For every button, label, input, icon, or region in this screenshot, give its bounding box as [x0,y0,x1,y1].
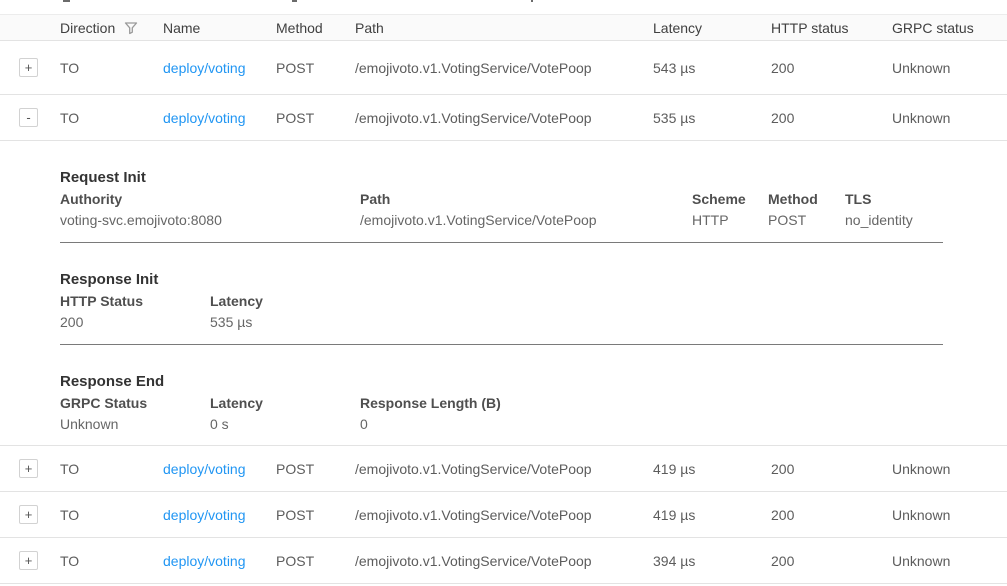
field-label: Authority [60,191,360,208]
field-label: Path [360,191,692,208]
field-value: Unknown [60,416,210,433]
clipped-text-fragment [292,0,297,2]
expand-row-button[interactable]: + [19,459,38,478]
latency-cell: 543 µs [653,60,771,76]
direction-cell: TO [60,553,163,569]
response-init-title: Response Init [60,243,943,280]
expand-row-button[interactable]: + [19,551,38,570]
latency-cell: 419 µs [653,507,771,523]
grpc-status-cell: Unknown [892,461,1007,477]
field-grpc-status: GRPC Status Unknown [60,395,210,433]
name-link[interactable]: deploy/voting [163,60,246,76]
direction-cell: TO [60,507,163,523]
field-value: HTTP [692,212,768,229]
column-header-name: Name [163,20,276,36]
method-cell: POST [276,507,355,523]
method-cell: POST [276,110,355,126]
grpc-status-cell: Unknown [892,110,1007,126]
request-init-title: Request Init [60,141,943,178]
name-link[interactable]: deploy/voting [163,507,246,523]
table-header-row: Direction Name Method Path Latency HTTP … [0,14,1007,41]
response-init-fields: HTTP Status 200 Latency 535 µs [60,293,943,331]
direction-cell: TO [60,461,163,477]
field-value: no_identity [845,212,943,229]
field-path: Path /emojivoto.v1.VotingService/VotePoo… [360,191,692,229]
field-latency: Latency 535 µs [210,293,943,331]
column-header-http-status: HTTP status [771,20,892,36]
clipped-text-fragment [531,0,533,2]
table-row: + TO deploy/voting POST /emojivoto.v1.Vo… [0,538,1007,584]
field-label: GRPC Status [60,395,210,412]
direction-cell: TO [60,110,163,126]
latency-cell: 394 µs [653,553,771,569]
name-link[interactable]: deploy/voting [163,461,246,477]
grpc-status-cell: Unknown [892,553,1007,569]
collapse-row-button[interactable]: - [19,108,38,127]
field-authority: Authority voting-svc.emojivoto:8080 [60,191,360,229]
grpc-status-cell: Unknown [892,507,1007,523]
http-status-cell: 200 [771,461,892,477]
http-status-cell: 200 [771,110,892,126]
column-header-method: Method [276,20,355,36]
clipped-text-row [0,0,1007,14]
expand-row-button[interactable]: + [19,505,38,524]
path-cell: /emojivoto.v1.VotingService/VotePoop [355,110,653,126]
column-header-latency: Latency [653,20,771,36]
method-cell: POST [276,553,355,569]
field-response-length: Response Length (B) 0 [360,395,943,433]
field-value: 0 s [210,416,360,433]
response-end-fields: GRPC Status Unknown Latency 0 s Response… [60,395,943,433]
clipped-text-fragment [63,0,70,2]
field-value: 535 µs [210,314,943,331]
field-label: Method [768,191,845,208]
field-value: 200 [60,314,210,331]
field-label: TLS [845,191,943,208]
table-row: + TO deploy/voting POST /emojivoto.v1.Vo… [0,41,1007,95]
column-header-path: Path [355,20,653,36]
http-status-cell: 200 [771,553,892,569]
field-value: /emojivoto.v1.VotingService/VotePoop [360,212,692,229]
method-cell: POST [276,461,355,477]
http-status-cell: 200 [771,507,892,523]
field-label: Response Length (B) [360,395,943,412]
field-value: voting-svc.emojivoto:8080 [60,212,360,229]
direction-cell: TO [60,60,163,76]
latency-cell: 535 µs [653,110,771,126]
grpc-status-cell: Unknown [892,60,1007,76]
field-label: Latency [210,293,943,310]
field-method: Method POST [768,191,845,229]
field-value: 0 [360,416,943,433]
field-scheme: Scheme HTTP [692,191,768,229]
column-header-direction-label: Direction [60,20,115,36]
field-label: Latency [210,395,360,412]
path-cell: /emojivoto.v1.VotingService/VotePoop [355,553,653,569]
table-row: + TO deploy/voting POST /emojivoto.v1.Vo… [0,446,1007,492]
path-cell: /emojivoto.v1.VotingService/VotePoop [355,461,653,477]
name-link[interactable]: deploy/voting [163,553,246,569]
field-label: HTTP Status [60,293,210,310]
field-tls: TLS no_identity [845,191,943,229]
column-header-direction: Direction [60,20,163,36]
expand-row-button[interactable]: + [19,58,38,77]
response-end-title: Response End [60,345,943,382]
field-http-status: HTTP Status 200 [60,293,210,331]
latency-cell: 419 µs [653,461,771,477]
http-status-cell: 200 [771,60,892,76]
filter-icon[interactable] [124,21,138,35]
field-latency: Latency 0 s [210,395,360,433]
expanded-row-detail: Request Init Authority voting-svc.emojiv… [0,141,1007,446]
field-label: Scheme [692,191,768,208]
path-cell: /emojivoto.v1.VotingService/VotePoop [355,60,653,76]
table-row: + TO deploy/voting POST /emojivoto.v1.Vo… [0,492,1007,538]
field-value: POST [768,212,845,229]
path-cell: /emojivoto.v1.VotingService/VotePoop [355,507,653,523]
request-init-fields: Authority voting-svc.emojivoto:8080 Path… [60,191,943,229]
table-row-expanded: - TO deploy/voting POST /emojivoto.v1.Vo… [0,95,1007,141]
method-cell: POST [276,60,355,76]
name-link[interactable]: deploy/voting [163,110,246,126]
column-header-grpc-status: GRPC status [892,20,1007,36]
